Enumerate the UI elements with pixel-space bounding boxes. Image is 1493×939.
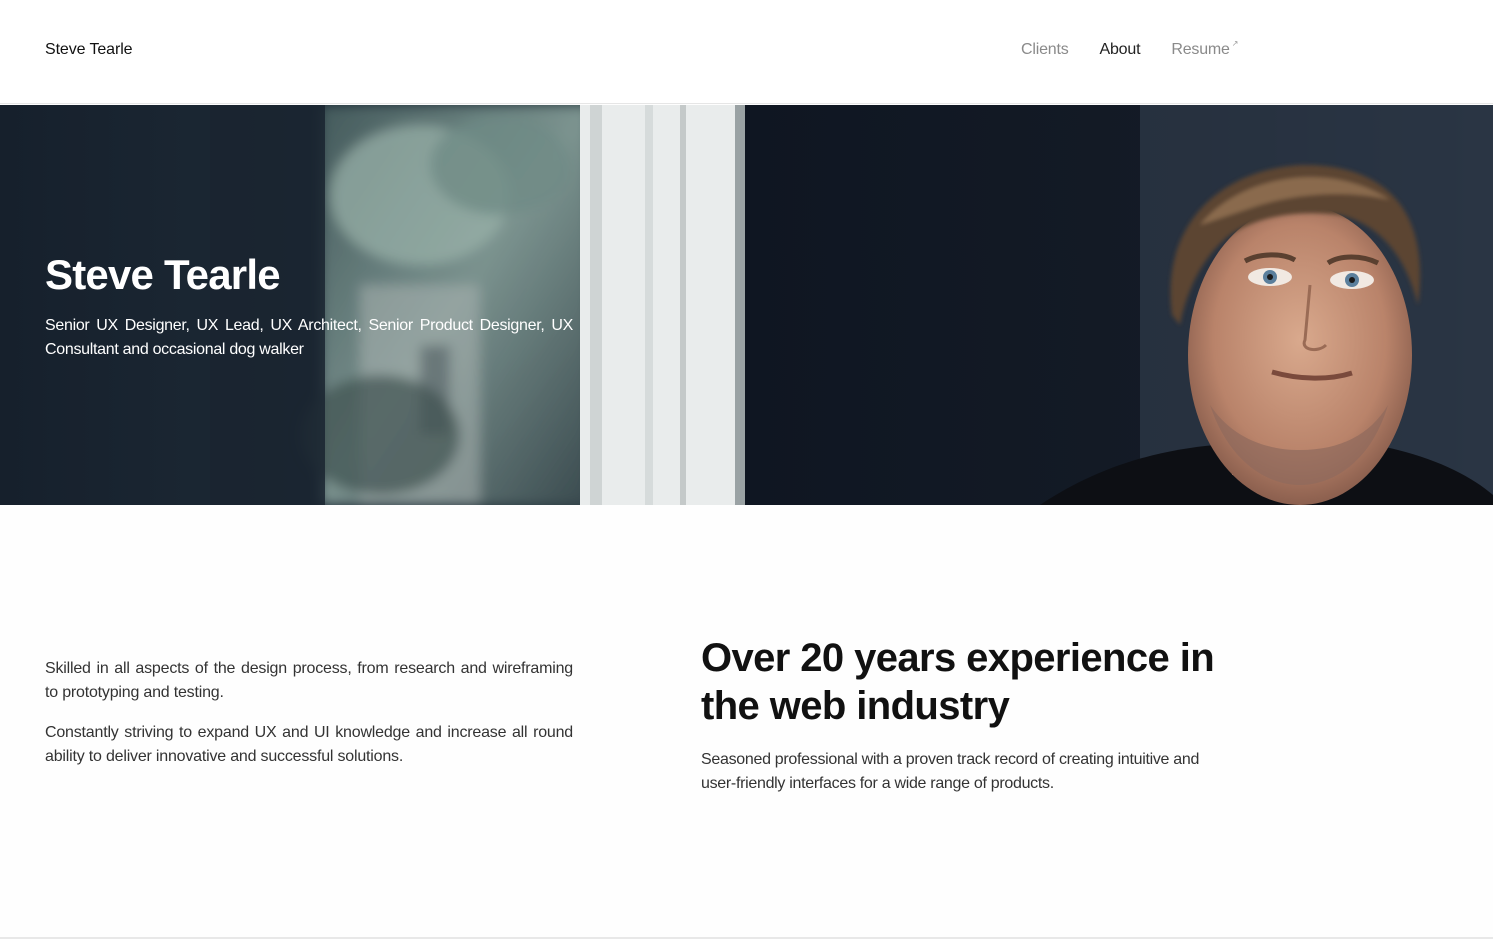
external-link-icon: ↗ [1231,39,1239,48]
nav-link-clients[interactable]: Clients [1021,41,1069,59]
intro-paragraph: Constantly striving to expand UX and UI … [45,724,573,765]
main-nav: Clients About Resume ↗ [1021,39,1239,59]
nav-link-about[interactable]: About [1100,41,1141,59]
experience-section: Over 20 years experience in the web indu… [701,634,1231,796]
experience-body: Seasoned professional with a proven trac… [701,751,1200,792]
brand-link[interactable]: Steve Tearle [45,41,133,59]
hero-title: Steve Tearle [45,251,281,298]
site-header: Steve Tearle Clients About Resume ↗ [0,0,1493,104]
intro-section: Skilled in all aspects of the design pro… [45,657,573,785]
hero-subtitle: Senior UX Designer, UX Lead, UX Architec… [45,317,573,358]
hero-photo [0,105,1493,505]
hero-banner: Steve Tearle Senior UX Designer, UX Lead… [0,105,1493,505]
experience-heading: Over 20 years experience in the web indu… [701,636,1215,728]
nav-link-resume[interactable]: Resume ↗ [1171,39,1239,59]
nav-link-resume-label: Resume [1171,41,1230,58]
intro-paragraph: Skilled in all aspects of the design pro… [45,660,573,701]
